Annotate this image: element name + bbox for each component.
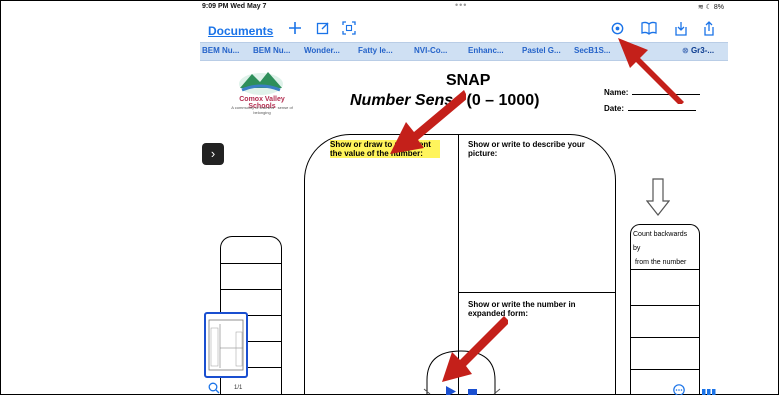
tab-document[interactable]: NVI-Co... [414,46,447,55]
stop-icon[interactable] [468,385,477,395]
tab-document[interactable]: SecB1S... [574,46,610,55]
mountain-logo-icon [239,72,283,95]
thumbnail-preview-icon [208,319,244,371]
plus-icon[interactable] [286,21,304,39]
documents-button[interactable]: Documents [208,24,273,38]
chevron-right-icon: › [210,146,216,161]
annotation-arrow-play [442,316,508,382]
tab-document[interactable]: Enhanc... [468,46,504,55]
battery-indicator: ≋ ☾ 8% [697,4,724,11]
multitask-dots[interactable]: ••• [455,0,467,10]
school-logo: Comox Valley Schools A community of lear… [228,68,296,122]
tab-active-label: Gr3-... [690,46,715,55]
tab-document[interactable]: BEM Nu... [202,46,239,55]
status-time: 9:09 PM Wed May 7 [202,3,267,10]
play-icon[interactable] [446,384,456,395]
describe-picture-prompt: Show or write to describe your picture: [468,140,585,158]
status-bar: 9:09 PM Wed May 7 ••• ≋ ☾ 8% [200,0,728,13]
date-label: Date: [604,104,625,113]
page-thumbnail[interactable] [204,312,248,378]
search-icon[interactable] [208,382,220,395]
more-options-icon[interactable] [672,384,686,395]
tab-document[interactable]: Pastel G... [522,46,561,55]
share-icon[interactable] [700,21,718,39]
count-backwards-column: Count backwards by from the number [630,224,700,395]
page-count: 1/1 [234,385,243,391]
annotation-arrow-prompt [390,90,466,154]
tab-document[interactable]: Wonder... [304,46,340,55]
box-divider [458,292,616,293]
down-arrow-icon [646,178,670,216]
count-by-label: by [633,245,641,252]
date-field[interactable]: Date: [604,104,697,113]
logo-subtitle: A community of learners · sense of belon… [231,105,293,115]
scan-icon[interactable] [340,21,358,39]
tab-document[interactable]: BEM Nu... [253,46,290,55]
compose-icon[interactable] [314,21,332,39]
count-backwards-label: Count backwards [633,231,688,238]
tab-document[interactable]: Fatty le... [358,46,393,55]
grid-view-icon[interactable] [702,386,716,395]
subtitle-range: (0 – 1000) [466,92,540,109]
expand-sidebar-button[interactable]: › [202,143,224,165]
annotation-arrow-settings [618,38,684,104]
tab-active-document[interactable]: ⊗ Gr3-... [682,46,714,55]
from-number-label: from the number [635,259,687,266]
